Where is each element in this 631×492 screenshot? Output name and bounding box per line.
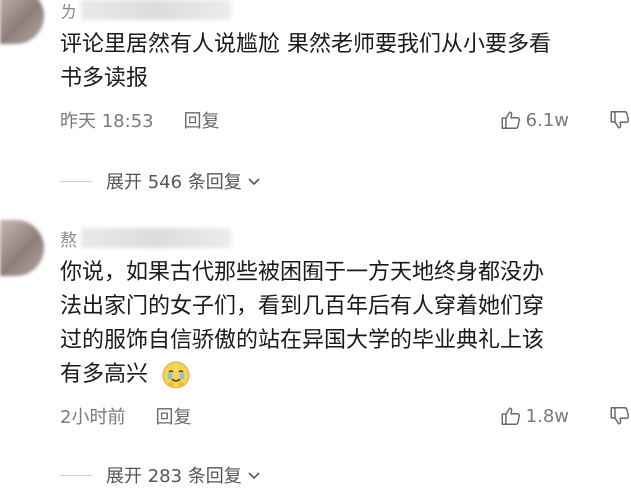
divider-line [60, 474, 92, 476]
reply-button[interactable]: 回复 [184, 107, 220, 133]
thumbs-down-icon [610, 111, 630, 129]
dislike-button[interactable] [609, 108, 631, 136]
avatar[interactable] [0, 0, 44, 44]
comment-text: 你说，如果古代那些被困囿于一方天地终身都没办 法出家门的女子们，看到几百年后有人… [60, 256, 621, 392]
like-count: 1.8w [525, 405, 569, 427]
username-blur [81, 0, 231, 20]
thumbs-up-icon [501, 111, 520, 129]
username[interactable]: 熬 [60, 226, 231, 251]
expand-replies-button[interactable]: 展开 283 条回复 [60, 462, 262, 488]
dislike-button[interactable] [609, 404, 631, 432]
chevron-down-icon [248, 178, 260, 186]
comment-1: ㄌ 评论里居然有人说尴尬 果然老师要我们从小要多看 书多读报 昨天 18:53 … [0, 0, 631, 200]
username[interactable]: ㄌ [60, 0, 231, 23]
divider-line [60, 180, 92, 182]
avatar[interactable] [0, 220, 44, 276]
thumbs-down-icon [610, 407, 630, 425]
timestamp: 昨天 18:53 [60, 111, 154, 132]
thumbs-up-icon [501, 407, 520, 425]
expand-label: 展开 546 条回复 [106, 172, 242, 193]
comment-text: 评论里居然有人说尴尬 果然老师要我们从小要多看 书多读报 [60, 32, 551, 91]
like-button[interactable]: 1.8w [500, 402, 569, 430]
chevron-down-icon [248, 472, 260, 480]
expand-replies-button[interactable]: 展开 546 条回复 [60, 168, 262, 194]
like-count: 6.1w [525, 109, 569, 131]
reply-button[interactable]: 回复 [155, 403, 191, 429]
like-button[interactable]: 6.1w [500, 106, 569, 134]
crying-happy-emoji-icon [162, 361, 190, 389]
expand-label: 展开 283 条回复 [106, 466, 242, 487]
username-blur [81, 228, 231, 248]
timestamp: 2小时前 [60, 407, 126, 428]
comment-2: 熬 你说，如果古代那些被困囿于一方天地终身都没办 法出家门的女子们，看到几百年后… [0, 220, 631, 492]
